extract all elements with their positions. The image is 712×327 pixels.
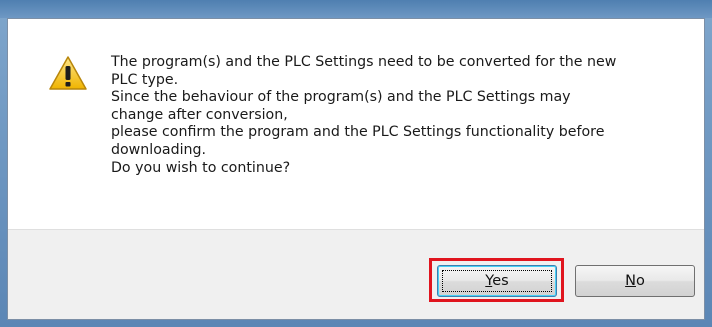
message-line: change after conversion, [111,106,288,123]
button-bar: Yes No [8,229,704,319]
no-button-label: No [625,273,645,289]
focus-ring [442,270,552,292]
no-mnemonic: N [625,273,636,289]
message-area: The program(s) and the PLC Settings need… [8,19,704,229]
dialog-body: The program(s) and the PLC Settings need… [7,18,705,320]
message-line: please confirm the program and the PLC S… [111,124,605,141]
dialog-message: The program(s) and the PLC Settings need… [111,54,671,177]
message-line: downloading. [111,141,207,158]
dialog-window: The program(s) and the PLC Settings need… [0,0,712,327]
message-line: Since the behaviour of the program(s) an… [111,89,571,106]
no-label-rest: o [635,273,645,289]
title-bar [0,0,712,18]
message-line: Do you wish to continue? [111,159,291,176]
no-button[interactable]: No [575,265,695,297]
message-line: The program(s) and the PLC Settings need… [111,54,617,70]
yes-button[interactable]: Yes [437,265,557,297]
warning-icon [48,55,88,91]
message-line: PLC type. [111,71,179,88]
